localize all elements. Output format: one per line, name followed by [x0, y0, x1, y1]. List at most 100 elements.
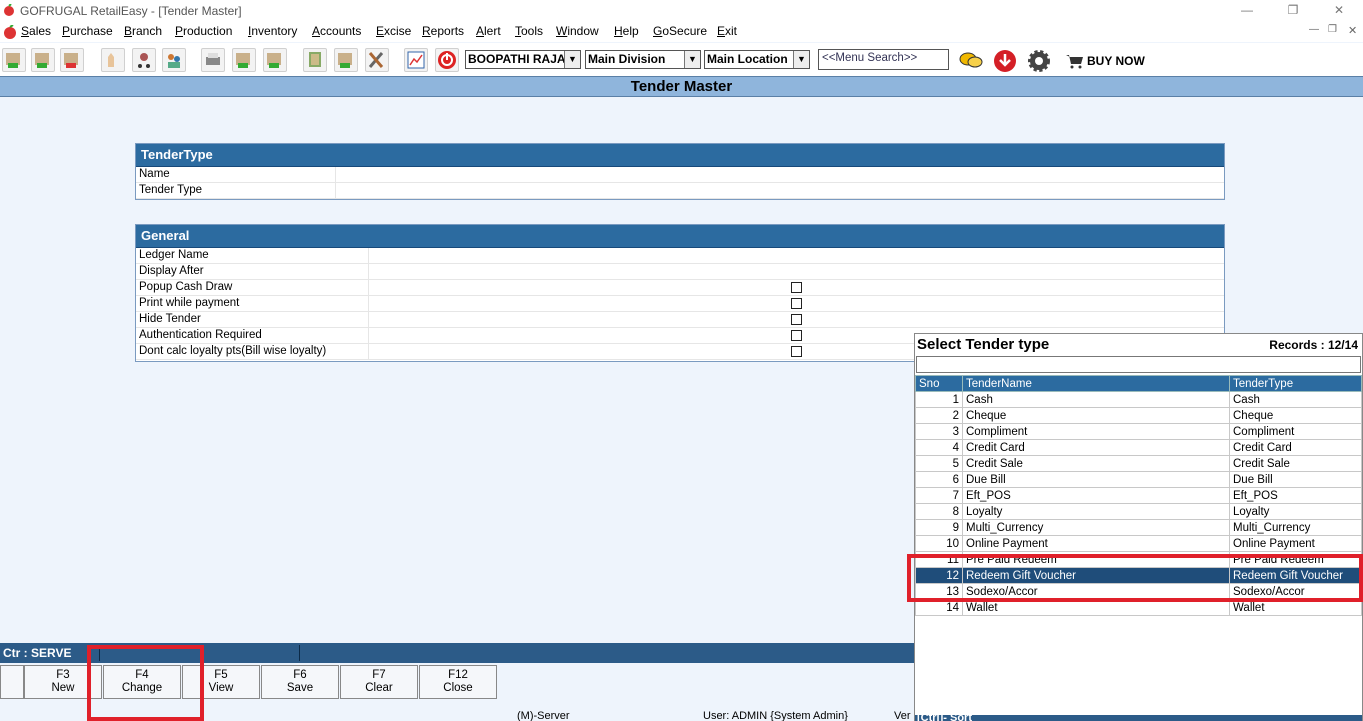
chat-icon[interactable]	[958, 50, 984, 75]
chevron-down-icon[interactable]: ▼	[793, 51, 809, 68]
mdi-minimize-button[interactable]: —	[1309, 24, 1319, 35]
buy-now-button[interactable]: BUY NOW	[1087, 54, 1145, 68]
f7-key-label: F7	[372, 669, 386, 681]
division-select[interactable]: Main Division ▼	[585, 50, 701, 69]
power-icon[interactable]	[435, 48, 459, 72]
cart-icon[interactable]	[1066, 54, 1084, 72]
menu-branch[interactable]: Branch	[124, 24, 162, 38]
cell-sno: 3	[915, 423, 963, 440]
menu-production[interactable]: Production	[175, 24, 232, 38]
select-tender-type-popup: Select Tender type Records : 12/14 Sno T…	[914, 333, 1363, 721]
mdi-close-button[interactable]: ✕	[1348, 24, 1357, 37]
minimize-button[interactable]: —	[1224, 0, 1270, 21]
download-icon[interactable]	[993, 49, 1017, 76]
hide-tender-checkbox[interactable]	[791, 314, 802, 325]
menu-exit[interactable]: Exit	[717, 24, 737, 38]
user-select[interactable]: BOOPATHI RAJA ▼	[465, 50, 581, 69]
ctrl-sort-hint: [Ctrl]- Sort	[917, 714, 972, 721]
col-sno-header[interactable]: Sno	[915, 375, 963, 392]
print-while-payment-checkbox[interactable]	[791, 298, 802, 309]
toolbar-doc3-icon[interactable]	[334, 48, 358, 72]
menu-gosecure[interactable]: GoSecure	[653, 24, 707, 38]
toolbar-tools-icon[interactable]	[365, 48, 389, 72]
blank-fkey-button	[0, 665, 24, 699]
cell-sno: 4	[915, 439, 963, 456]
cell-tendername: Credit Card	[962, 439, 1230, 456]
toolbar-sales-icon[interactable]	[2, 48, 26, 72]
highlight-box-f4	[87, 645, 204, 721]
toolbar-doc-icon[interactable]	[232, 48, 256, 72]
chevron-down-icon[interactable]: ▼	[684, 51, 700, 68]
toolbar-purchase-icon[interactable]	[31, 48, 55, 72]
highlight-box-selected-row	[907, 554, 1363, 602]
gear-icon[interactable]	[1027, 49, 1051, 76]
f7-clear-button[interactable]: F7 Clear	[340, 665, 418, 699]
app-logo-icon	[3, 3, 15, 16]
table-row[interactable]: 6 Due Bill Due Bill	[915, 471, 1362, 488]
print-while-payment-label: Print while payment	[139, 297, 240, 309]
table-row[interactable]: 4 Credit Card Credit Card	[915, 439, 1362, 456]
table-row[interactable]: 1 Cash Cash	[915, 391, 1362, 408]
dont-calc-loyalty-checkbox[interactable]	[791, 346, 802, 357]
menu-tools[interactable]: Tools	[515, 24, 543, 38]
toolbar-users-icon[interactable]	[162, 48, 186, 72]
mdi-restore-button[interactable]: ❐	[1328, 24, 1337, 35]
close-window-button[interactable]: ✕	[1316, 0, 1362, 21]
menu-accounts[interactable]: Accounts	[312, 24, 361, 38]
version-label: Ver	[894, 710, 911, 721]
ledger-name-field[interactable]: Ledger Name	[136, 248, 1224, 264]
cell-sno: 7	[915, 487, 963, 504]
cell-sno: 1	[915, 391, 963, 408]
toolbar-doc2-icon[interactable]	[263, 48, 287, 72]
menu-inventory[interactable]: Inventory	[248, 24, 297, 38]
f12-close-button[interactable]: F12 Close	[419, 665, 497, 699]
menu-purchase[interactable]: Purchase	[62, 24, 113, 38]
table-row[interactable]: 7 Eft_POS Eft_POS	[915, 487, 1362, 504]
name-field[interactable]: Name	[136, 167, 1224, 183]
hide-tender-row: Hide Tender	[136, 312, 1224, 328]
table-row[interactable]: 9 Multi_Currency Multi_Currency	[915, 519, 1362, 536]
menu-help[interactable]: Help	[614, 24, 639, 38]
chevron-down-icon[interactable]: ▼	[564, 51, 580, 68]
menu-sales[interactable]: Sales	[21, 24, 51, 38]
cell-sno: 6	[915, 471, 963, 488]
cell-tendertype: Cash	[1229, 391, 1362, 408]
popup-cash-draw-checkbox[interactable]	[791, 282, 802, 293]
toolbar-chart-icon[interactable]	[404, 48, 428, 72]
toolbar-cart-icon[interactable]	[132, 48, 156, 72]
toolbar-hand-icon[interactable]	[101, 48, 125, 72]
menu-reports[interactable]: Reports	[422, 24, 464, 38]
toolbar-print-icon[interactable]	[201, 48, 225, 72]
title-bar: GOFRUGAL RetailEasy - [Tender Master] — …	[0, 0, 1363, 21]
popup-search-input[interactable]	[916, 356, 1361, 373]
table-row[interactable]: 2 Cheque Cheque	[915, 407, 1362, 424]
menu-search-input[interactable]: <<Menu Search>>	[818, 49, 949, 70]
toolbar-return-icon[interactable]	[60, 48, 84, 72]
table-row[interactable]: 5 Credit Sale Credit Sale	[915, 455, 1362, 472]
menu-window[interactable]: Window	[556, 24, 599, 38]
cell-tendername: Loyalty	[962, 503, 1230, 520]
tender-type-panel-title: TenderType	[136, 144, 1224, 167]
display-after-field[interactable]: Display After	[136, 264, 1224, 280]
col-tendertype-header[interactable]: TenderType	[1229, 375, 1362, 392]
location-select[interactable]: Main Location ▼	[704, 50, 810, 69]
status-divider	[299, 645, 300, 661]
tender-type-field[interactable]: Tender Type	[136, 183, 1224, 199]
table-row[interactable]: 10 Online Payment Online Payment	[915, 535, 1362, 552]
page-title: Tender Master	[0, 76, 1363, 97]
table-row[interactable]: 8 Loyalty Loyalty	[915, 503, 1362, 520]
cell-tendertype: Eft_POS	[1229, 487, 1362, 504]
cell-tendername: Online Payment	[962, 535, 1230, 552]
menu-alert[interactable]: Alert	[476, 24, 501, 38]
toolbar-book-icon[interactable]	[303, 48, 327, 72]
popup-title: Select Tender type	[917, 336, 1050, 353]
cell-tendertype: Credit Sale	[1229, 455, 1362, 472]
menu-excise[interactable]: Excise	[376, 24, 411, 38]
authentication-required-checkbox[interactable]	[791, 330, 802, 341]
table-row[interactable]: 3 Compliment Compliment	[915, 423, 1362, 440]
f6-save-button[interactable]: F6 Save	[261, 665, 339, 699]
col-tendername-header[interactable]: TenderName	[962, 375, 1230, 392]
cell-tendername: Compliment	[962, 423, 1230, 440]
restore-button[interactable]: ❐	[1270, 0, 1316, 21]
app-menu-icon[interactable]	[3, 24, 17, 42]
